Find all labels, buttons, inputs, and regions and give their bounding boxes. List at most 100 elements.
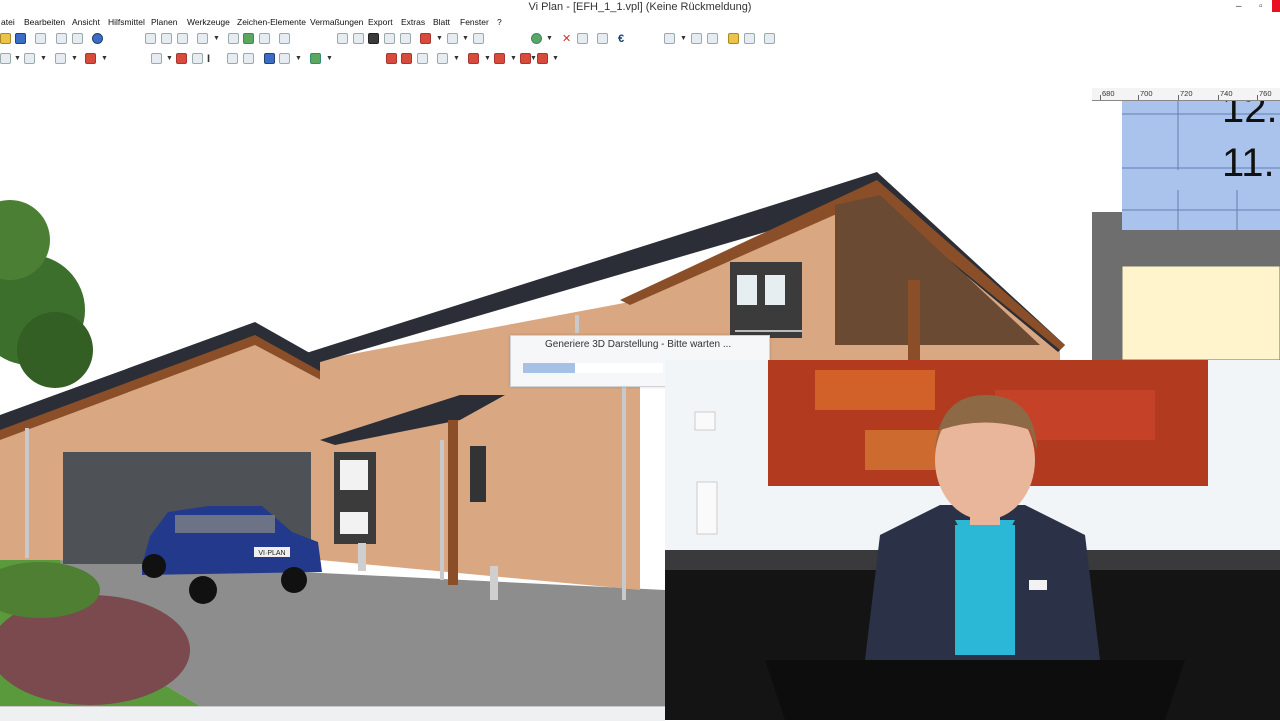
layer-icon[interactable] [728,33,739,44]
table-icon[interactable] [55,53,66,64]
globe-icon[interactable] [92,33,103,44]
eraser-icon[interactable] [707,33,718,44]
chevron-down-icon[interactable]: ▼ [213,35,220,42]
chevron-down-icon[interactable]: ▼ [166,55,173,62]
grid-icon[interactable] [337,33,348,44]
roof-icon[interactable] [85,53,96,64]
chevron-down-icon[interactable]: ▼ [40,55,47,62]
plan-view[interactable]: 12. 11. 680 700 720 740 760 [1092,70,1280,360]
license-plate: VI·PLAN [258,550,285,557]
chevron-down-icon[interactable]: ▼ [326,55,333,62]
zoom-icon[interactable] [177,33,188,44]
text-w-icon[interactable] [353,33,364,44]
maximize-button[interactable]: ▫ [1259,1,1263,12]
menu-blatt[interactable]: Blatt [433,17,450,27]
snap-grid-icon[interactable] [243,33,254,44]
copy-icon[interactable] [56,33,67,44]
menu-ansicht[interactable]: Ansicht [72,17,100,27]
text-r-icon[interactable] [400,33,411,44]
sheet-icon[interactable] [764,33,775,44]
select-icon[interactable] [228,33,239,44]
chevron-down-icon[interactable]: ▼ [462,35,469,42]
chevron-down-icon[interactable]: ▼ [546,35,553,42]
menu-extras[interactable]: Extras [401,17,425,27]
chevron-down-icon[interactable]: ▼ [680,35,687,42]
measure-icon[interactable] [420,33,431,44]
add-icon[interactable] [531,33,542,44]
webcam-overlay [665,360,1280,720]
text-s-icon[interactable] [384,33,395,44]
window-title: Vi Plan - [EFH_1_1.vpl] (Keine Rückmeldu… [528,1,752,13]
beam-icon[interactable]: I [207,53,210,65]
menu-bearbeiten[interactable]: Bearbeiten [24,17,65,27]
chimney-icon[interactable] [537,53,548,64]
close-button[interactable] [1272,0,1280,12]
color-icon[interactable] [664,33,675,44]
door-icon[interactable] [176,53,187,64]
chevron-down-icon[interactable]: ▼ [530,55,537,62]
pdf-export-icon[interactable] [401,53,412,64]
move-icon[interactable] [577,33,588,44]
page-icon[interactable] [145,33,156,44]
menu-hilfsmittel[interactable]: Hilfsmittel [108,17,145,27]
delete-icon[interactable]: ✕ [562,33,571,45]
furniture-icon[interactable] [279,53,290,64]
menu-export[interactable]: Export [368,17,393,27]
hand-icon[interactable] [597,33,608,44]
chevron-down-icon[interactable]: ▼ [101,55,108,62]
save-icon[interactable] [15,33,26,44]
chevron-down-icon[interactable]: ▼ [14,55,21,62]
home-icon[interactable] [24,53,35,64]
ruler-tick [1257,95,1258,100]
chevron-down-icon[interactable]: ▼ [453,55,460,62]
chevron-down-icon[interactable]: ▼ [510,55,517,62]
roof-window-icon[interactable] [494,53,505,64]
menu-zeichen-elemente[interactable]: Zeichen-Elemente [237,17,306,27]
stairs-icon[interactable] [447,33,458,44]
chevron-down-icon[interactable]: ▼ [71,55,78,62]
minimize-button[interactable]: – [1236,1,1242,12]
chevron-down-icon[interactable]: ▼ [436,35,443,42]
column-icon[interactable] [192,53,203,64]
lamp-icon[interactable] [243,53,254,64]
menu-werkzeuge[interactable]: Werkzeuge [187,17,230,27]
menu-planen[interactable]: Planen [151,17,177,27]
zoom-window-icon[interactable] [161,33,172,44]
menu-bar: atei Bearbeiten Ansicht Hilfsmittel Plan… [0,15,1280,29]
window-tool-icon[interactable] [264,53,275,64]
house-render-icon[interactable] [473,33,484,44]
menu-vermassungen[interactable]: Vermaßungen [310,17,363,27]
line-icon[interactable] [691,33,702,44]
print-icon[interactable] [35,33,46,44]
progress-message: Generiere 3D Darstellung - Bitte warten … [545,339,732,350]
chart-icon[interactable] [279,33,290,44]
menu-fenster[interactable]: Fenster [460,17,489,27]
paste-icon[interactable] [72,33,83,44]
redo-icon[interactable] [417,53,428,64]
pdf-icon[interactable] [386,53,397,64]
home-left-icon[interactable] [0,53,11,64]
menu-help[interactable]: ? [497,17,502,27]
horizontal-ruler: 680 700 720 740 760 [1092,88,1280,101]
ruler-tick [1100,95,1101,100]
ruler-tick [1138,95,1139,100]
bold-icon[interactable] [368,33,379,44]
plan-label-11: 11. [1222,141,1275,185]
title-bar: Vi Plan - [EFH_1_1.vpl] (Keine Rückmeldu… [0,0,1280,15]
sweep-icon[interactable] [437,53,448,64]
pan-hand-icon[interactable] [197,33,208,44]
toolbar-tools: ▼ ▼ ▼ ▼ ▼ I ▼ ▼ ▼ ▼ ▼ ▼ ▼ [0,50,800,70]
chevron-down-icon[interactable]: ▼ [552,55,559,62]
dormer-icon[interactable] [468,53,479,64]
menu-datei[interactable]: atei [1,17,15,27]
euro-icon[interactable]: € [618,33,624,45]
ruler-tick [1218,95,1219,100]
terrain-icon[interactable] [310,53,321,64]
snap-point-icon[interactable] [259,33,270,44]
frame-icon[interactable] [744,33,755,44]
open-icon[interactable] [0,33,11,44]
chevron-down-icon[interactable]: ▼ [484,55,491,62]
stairs-tool-icon[interactable] [227,53,238,64]
wall-icon[interactable] [151,53,162,64]
chevron-down-icon[interactable]: ▼ [295,55,302,62]
